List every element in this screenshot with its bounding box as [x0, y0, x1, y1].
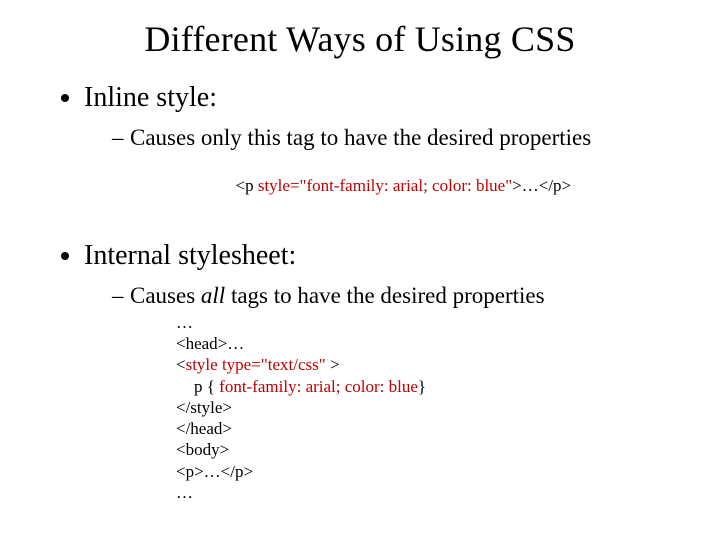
code-post: >…</p>	[512, 176, 571, 195]
spacer	[84, 224, 670, 240]
slide: Different Ways of Using CSS Inline style…	[0, 0, 720, 529]
code-line: …	[176, 482, 670, 503]
bullet-inline-style: Inline style: Causes only this tag to ha…	[84, 82, 670, 218]
bullet-internal-stylesheet: Internal stylesheet: Causes all tags to …	[84, 240, 670, 503]
code-example-internal: … <head>… <style type="text/css" > p { f…	[130, 312, 670, 503]
code-line: …	[176, 312, 670, 333]
sub-item: Causes only this tag to have the desired…	[112, 124, 670, 218]
bullet-label: Inline style:	[84, 82, 217, 113]
code-frag-highlight: style type="text/css"	[186, 355, 330, 374]
bullet-list: Inline style: Causes only this tag to ha…	[50, 82, 670, 503]
sub-text-em: all	[201, 283, 225, 308]
slide-title: Different Ways of Using CSS	[50, 18, 670, 60]
sub-text-b: tags to have the desired properties	[225, 283, 544, 308]
code-frag: <	[176, 355, 186, 374]
code-line: p { font-family: arial; color: blue}	[176, 376, 670, 397]
code-frag: }	[418, 377, 426, 396]
code-line: <head>…	[176, 333, 670, 354]
code-frag: p {	[194, 377, 219, 396]
code-line: </style>	[176, 397, 670, 418]
code-pre: <p	[236, 176, 258, 195]
sub-text: Causes only this tag to have the desired…	[130, 125, 591, 150]
code-frag: >	[330, 355, 340, 374]
code-line: <p>…</p>	[176, 461, 670, 482]
code-line: <style type="text/css" >	[176, 354, 670, 375]
code-line: <body>	[176, 439, 670, 460]
code-example-inline: <p style="font-family: arial; color: blu…	[130, 154, 670, 218]
bullet-label: Internal stylesheet:	[84, 240, 296, 271]
code-highlight: style="font-family: arial; color: blue"	[258, 176, 512, 195]
code-frag-highlight: font-family: arial; color: blue	[219, 377, 418, 396]
sub-item: Causes all tags to have the desired prop…	[112, 282, 670, 503]
sub-text-a: Causes	[130, 283, 201, 308]
code-line: </head>	[176, 418, 670, 439]
sub-list: Causes only this tag to have the desired…	[84, 124, 670, 218]
sub-list: Causes all tags to have the desired prop…	[84, 282, 670, 503]
